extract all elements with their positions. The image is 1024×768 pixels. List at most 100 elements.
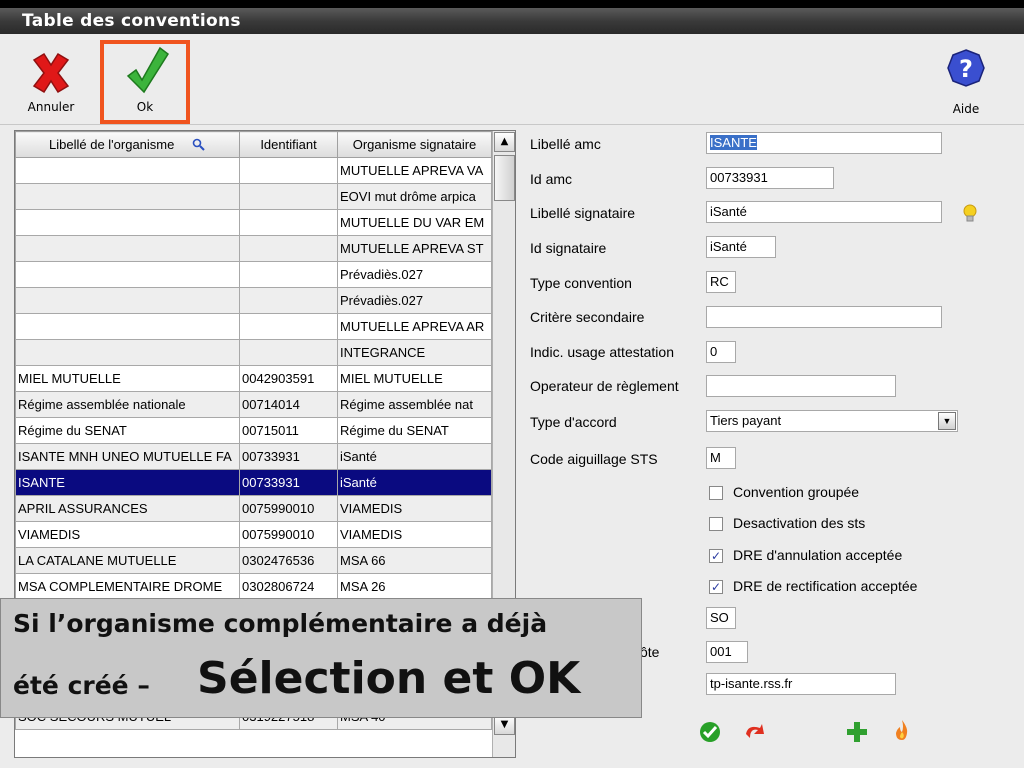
table-cell: iSanté	[337, 443, 492, 470]
critere-secondaire-field[interactable]	[706, 306, 942, 328]
table-row[interactable]: ISANTE 00733931 iSanté	[15, 469, 492, 496]
label-id-signataire: Id signataire	[530, 240, 607, 256]
validate-icon[interactable]	[698, 720, 722, 744]
table-cell: Prévadiès.027	[337, 287, 492, 314]
table-cell: MIEL MUTUELLE	[15, 365, 240, 392]
checkbox-desactivation-sts[interactable]	[709, 517, 723, 531]
table-row[interactable]: ISANTE MNH UNEO MUTUELLE FA 00733931 iSant…	[15, 443, 492, 470]
table-cell: 0302806724	[239, 573, 338, 600]
table-cell: 0302476536	[239, 547, 338, 574]
table-cell	[15, 287, 240, 314]
table-cell: 00733931	[239, 469, 338, 496]
table-cell	[239, 261, 338, 288]
table-row[interactable]: MIEL MUTUELLE 0042903591 MIEL MUTUELLE	[15, 365, 492, 392]
table-cell	[239, 287, 338, 314]
code-001-field[interactable]: 001	[706, 641, 748, 663]
cancel-button[interactable]: Annuler	[20, 44, 82, 120]
table-cell: Régime du SENAT	[15, 417, 240, 444]
table-row[interactable]: EOVI mut drôme arpica	[15, 183, 492, 210]
table-row[interactable]: LA CATALANE MUTUELLE 0302476536 MSA 66	[15, 547, 492, 574]
libelle-signataire-field[interactable]: iSanté	[706, 201, 942, 223]
table-cell: MSA 26	[337, 573, 492, 600]
id-amc-field[interactable]: 00733931	[706, 167, 834, 189]
label-type-accord: Type d'accord	[530, 414, 617, 430]
red-x-icon	[32, 52, 70, 94]
help-button[interactable]: ? Aide	[940, 48, 992, 118]
table-row[interactable]: Prévadiès.027	[15, 261, 492, 288]
table-row[interactable]: VIAMEDIS 0075990010 VIAMEDIS	[15, 521, 492, 548]
table-cell: ISANTE	[15, 469, 240, 496]
table-cell: MSA COMPLEMENTAIRE DROME	[15, 573, 240, 600]
fire-icon[interactable]	[890, 718, 914, 742]
table-cell: MUTUELLE APREVA VA	[337, 157, 492, 184]
table-cell: APRIL ASSURANCES	[15, 495, 240, 522]
table-cell: MUTUELLE DU VAR EM	[337, 209, 492, 236]
table-cell	[15, 261, 240, 288]
title-bar: Table des conventions	[0, 8, 1024, 34]
checkbox-dre-annulation[interactable]: ✓	[709, 549, 723, 563]
indic-usage-field[interactable]: 0	[706, 341, 736, 363]
table-cell: MUTUELLE APREVA ST	[337, 235, 492, 262]
table-cell: 0075990010	[239, 521, 338, 548]
table-row[interactable]: APRIL ASSURANCES 0075990010 VIAMEDIS	[15, 495, 492, 522]
table-cell	[239, 157, 338, 184]
label-libelle-signataire: Libellé signataire	[530, 205, 636, 221]
column-header-signataire[interactable]: Organisme signataire	[337, 131, 492, 158]
table-cell: Prévadiès.027	[337, 261, 492, 288]
label-libelle-amc: Libellé amc	[530, 136, 601, 152]
label-id-amc: Id amc	[530, 171, 573, 187]
type-accord-select[interactable]: Tiers payant ▼	[706, 410, 958, 432]
table-row[interactable]: INTEGRANCE	[15, 339, 492, 366]
table-cell: Régime du SENAT	[337, 417, 492, 444]
table-cell: 0075990010	[239, 495, 338, 522]
table-row[interactable]: MUTUELLE APREVA ST	[15, 235, 492, 262]
checkbox-convention-groupee[interactable]	[709, 486, 723, 500]
table-cell	[15, 183, 240, 210]
table-cell	[239, 235, 338, 262]
operateur-field[interactable]	[706, 375, 896, 397]
table-row[interactable]: MUTUELLE APREVA AR	[15, 313, 492, 340]
host-field[interactable]: tp-isante.rss.fr	[706, 673, 896, 695]
conventions-window: Table des conventions Annuler Ok ? Aide	[0, 8, 1024, 768]
table-row[interactable]: Régime assemblée nationale 00714014 Régime…	[15, 391, 492, 418]
checkbox-dre-rectification[interactable]: ✓	[709, 580, 723, 594]
add-icon[interactable]	[845, 720, 869, 744]
chevron-down-icon[interactable]: ▼	[938, 412, 956, 430]
table-row[interactable]: Régime du SENAT 00715011 Régime du SENAT	[15, 417, 492, 444]
table-cell	[15, 157, 240, 184]
column-header-identifiant[interactable]: Identifiant	[239, 131, 338, 158]
label-indic-usage: Indic. usage attestation	[530, 344, 674, 360]
table-cell: 0042903591	[239, 365, 338, 392]
green-check-icon	[126, 46, 170, 94]
scroll-thumb[interactable]	[494, 155, 515, 201]
column-header-libelle[interactable]: Libellé de l'organisme	[15, 131, 240, 158]
checkbox-label: Convention groupée	[733, 484, 860, 500]
table-cell: ISANTE MNH UNEO MUTUELLE FA	[15, 443, 240, 470]
libelle-amc-field[interactable]: ISANTE	[706, 132, 942, 154]
caption-line-2-emphasis: Sélection et OK	[197, 653, 581, 704]
table-cell: iSanté	[337, 469, 492, 496]
table-row[interactable]: MSA COMPLEMENTAIRE DROME 0302806724 MSA 26	[15, 573, 492, 600]
table-cell: MIEL MUTUELLE	[337, 365, 492, 392]
table-row[interactable]: MUTUELLE APREVA VA	[15, 157, 492, 184]
lightbulb-icon[interactable]	[962, 204, 978, 224]
ok-label: Ok	[136, 100, 154, 114]
table-cell	[15, 209, 240, 236]
table-cell: 00714014	[239, 391, 338, 418]
table-cell: VIAMEDIS	[15, 521, 240, 548]
scroll-up-arrow-icon[interactable]: ▲	[494, 132, 515, 152]
table-cell: 00733931	[239, 443, 338, 470]
so-field[interactable]: SO	[706, 607, 736, 629]
id-signataire-field[interactable]: iSanté	[706, 236, 776, 258]
type-convention-field[interactable]: RC	[706, 271, 736, 293]
search-icon[interactable]	[192, 138, 206, 152]
help-label: Aide	[952, 102, 980, 116]
table-cell: INTEGRANCE	[337, 339, 492, 366]
undo-icon[interactable]	[742, 720, 766, 744]
ok-button[interactable]: Ok	[100, 40, 190, 124]
table-row[interactable]: Prévadiès.027	[15, 287, 492, 314]
code-aiguillage-field[interactable]: M	[706, 447, 736, 469]
table-row[interactable]: MUTUELLE DU VAR EM	[15, 209, 492, 236]
scroll-down-arrow-icon[interactable]: ▼	[494, 715, 515, 735]
table-cell	[15, 313, 240, 340]
